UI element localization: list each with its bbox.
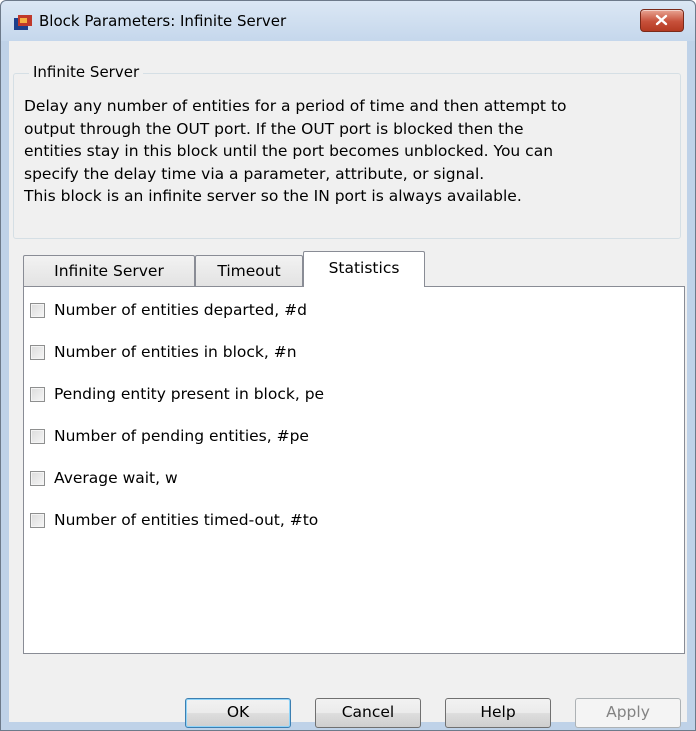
- stat-option[interactable]: Number of entities departed, #d: [30, 299, 307, 321]
- tab-timeout[interactable]: Timeout: [195, 255, 303, 287]
- ok-button[interactable]: OK: [185, 698, 291, 728]
- stat-option[interactable]: Number of entities in block, #n: [30, 341, 297, 363]
- checkbox[interactable]: [30, 512, 45, 528]
- stat-option-label: Number of pending entities, #pe: [54, 427, 309, 445]
- tab-infinite-server[interactable]: Infinite Server: [23, 255, 195, 287]
- stat-option-label: Number of entities departed, #d: [54, 301, 307, 319]
- stat-option-label: Pending entity present in block, pe: [54, 385, 325, 403]
- checkbox[interactable]: [30, 470, 45, 486]
- group-title: Infinite Server: [29, 63, 144, 81]
- block-description: Delay any number of entities for a perio…: [24, 95, 684, 208]
- dialog-body: Infinite Server Delay any number of enti…: [9, 41, 687, 728]
- checkbox[interactable]: [30, 428, 45, 444]
- window-title: Block Parameters: Infinite Server: [39, 12, 287, 30]
- help-button[interactable]: Help: [445, 698, 551, 728]
- description-line: output through the OUT port. If the OUT …: [24, 119, 524, 138]
- stat-option[interactable]: Number of pending entities, #pe: [30, 425, 309, 447]
- cancel-button[interactable]: Cancel: [315, 698, 421, 728]
- description-line: This block is an infinite server so the …: [24, 187, 522, 206]
- checkbox[interactable]: [30, 344, 45, 360]
- statistics-panel: Number of entities departed, #d Number o…: [23, 286, 685, 654]
- dialog-window: Block Parameters: Infinite Server Infini…: [0, 0, 696, 731]
- description-line: entities stay in this block until the po…: [24, 142, 554, 161]
- apply-button[interactable]: Apply: [575, 698, 681, 728]
- close-icon: [655, 14, 668, 26]
- description-line: Delay any number of entities for a perio…: [24, 97, 567, 115]
- stat-option-label: Average wait, w: [54, 469, 178, 487]
- title-bar[interactable]: Block Parameters: Infinite Server: [1, 1, 695, 41]
- tab-statistics[interactable]: Statistics: [303, 251, 425, 287]
- stat-option[interactable]: Number of entities timed-out, #to: [30, 509, 318, 531]
- close-button[interactable]: [640, 9, 684, 32]
- stat-option[interactable]: Pending entity present in block, pe: [30, 383, 324, 405]
- checkbox[interactable]: [30, 386, 45, 402]
- stat-option-label: Number of entities timed-out, #to: [54, 511, 319, 529]
- stat-option[interactable]: Average wait, w: [30, 467, 178, 489]
- checkbox[interactable]: [30, 302, 45, 318]
- simulink-block-icon: [14, 15, 32, 30]
- description-line: specify the delay time via a parameter, …: [24, 164, 485, 183]
- stat-option-label: Number of entities in block, #n: [54, 343, 297, 361]
